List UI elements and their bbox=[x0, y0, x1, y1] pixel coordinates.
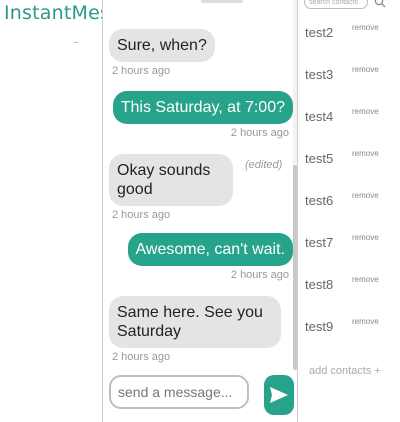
contact-name: test2 bbox=[305, 25, 334, 40]
chat-pane: Sure, when? 2 hours ago This Saturday, a… bbox=[102, 0, 298, 422]
message-bubble: This Saturday, at 7:00? bbox=[112, 91, 293, 124]
contact-name: test6 bbox=[305, 193, 334, 208]
remove-contact-button[interactable]: remove bbox=[352, 191, 379, 200]
contact-name: test3 bbox=[305, 67, 334, 82]
message-timestamp: 2 hours ago bbox=[230, 127, 289, 139]
message-timestamp: 2 hours ago bbox=[112, 65, 171, 77]
contact-name: test4 bbox=[305, 109, 334, 124]
edited-label: (edited) bbox=[245, 159, 283, 171]
contact-name: test5 bbox=[305, 151, 334, 166]
contact-item[interactable]: test7 remove bbox=[305, 233, 395, 257]
contact-name: test7 bbox=[305, 235, 334, 250]
message-timestamp: 2 hours ago bbox=[112, 351, 171, 363]
remove-contact-button[interactable]: remove bbox=[352, 275, 379, 284]
message-timestamp: 2 hours ago bbox=[112, 209, 171, 221]
message-timestamp: 2 hours ago bbox=[230, 269, 289, 281]
message-outgoing: Awesome, can't wait. 2 hours ago bbox=[127, 233, 293, 281]
message-input[interactable] bbox=[109, 375, 249, 409]
contacts-pane: test2 remove test3 remove test4 remove t… bbox=[296, 0, 400, 422]
remove-contact-button[interactable]: remove bbox=[352, 107, 379, 116]
divider bbox=[74, 42, 78, 43]
remove-contact-button[interactable]: remove bbox=[352, 233, 379, 242]
remove-contact-button[interactable]: remove bbox=[352, 149, 379, 158]
message-bubble: Sure, when? bbox=[109, 29, 215, 62]
contact-item[interactable]: test9 remove bbox=[305, 317, 395, 341]
chat-header-tab bbox=[201, 0, 243, 3]
message-bubble: Same here. See you Saturday bbox=[109, 296, 281, 348]
message-outgoing: This Saturday, at 7:00? 2 hours ago bbox=[112, 91, 293, 139]
remove-contact-button[interactable]: remove bbox=[352, 317, 379, 326]
search-icon[interactable] bbox=[374, 0, 386, 8]
message-bubble: Okay sounds good bbox=[109, 154, 233, 206]
contact-item[interactable]: test4 remove bbox=[305, 107, 395, 131]
contact-item[interactable]: test8 remove bbox=[305, 275, 395, 299]
add-contacts-button[interactable]: add contacts + bbox=[309, 365, 381, 377]
message-bubble: Awesome, can't wait. bbox=[127, 233, 293, 266]
message-composer bbox=[109, 375, 294, 415]
remove-contact-button[interactable]: remove bbox=[352, 23, 379, 32]
remove-contact-button[interactable]: remove bbox=[352, 65, 379, 74]
send-button[interactable] bbox=[264, 375, 294, 415]
contact-name: test9 bbox=[305, 319, 334, 334]
contact-search-box[interactable] bbox=[304, 0, 368, 9]
send-arrow-icon bbox=[270, 387, 288, 403]
message-incoming: Sure, when? 2 hours ago bbox=[109, 29, 215, 77]
contact-name: test8 bbox=[305, 277, 334, 292]
message-incoming: Okay sounds good 2 hours ago bbox=[109, 154, 245, 221]
message-incoming: Same here. See you Saturday 2 hours ago bbox=[109, 296, 281, 363]
contact-item[interactable]: test6 remove bbox=[305, 191, 395, 215]
contact-item[interactable]: test5 remove bbox=[305, 149, 395, 173]
contact-item[interactable]: test2 remove bbox=[305, 23, 395, 47]
contact-item[interactable]: test3 remove bbox=[305, 65, 395, 89]
contact-search-input[interactable] bbox=[309, 0, 365, 7]
